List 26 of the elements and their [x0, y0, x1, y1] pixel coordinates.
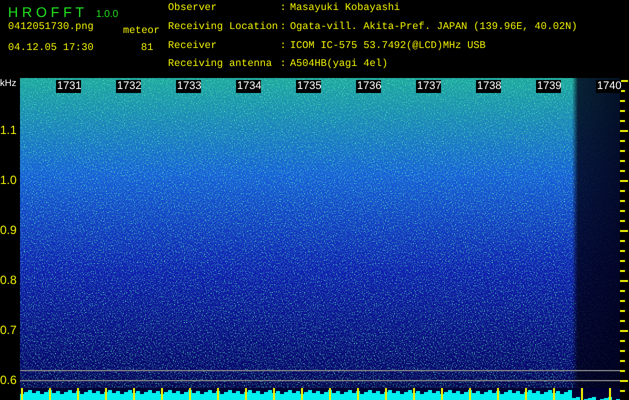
- info-separator: :: [280, 22, 288, 35]
- frequency-label: 0.9: [0, 222, 18, 238]
- frequency-label: 0.7: [0, 322, 18, 338]
- info-value: ICOM IC-575 53.7492(@LCD)MHz USB: [290, 40, 487, 54]
- frequency-label: 0.8: [0, 272, 18, 288]
- info-separator: :: [280, 40, 288, 54]
- file-name: 0412051730.png: [8, 22, 95, 35]
- info-label: Observer: [168, 3, 218, 16]
- info-value: Ogata-vill. Akita-Pref. JAPAN (139.96E, 40.02N): [290, 22, 578, 35]
- info-label: Receiving Location: [168, 22, 280, 35]
- info-value: A504HB(yagi 4el): [290, 59, 389, 72]
- version-label: 1.0.0: [96, 9, 118, 20]
- meteor-label: meteor: [122, 26, 161, 37]
- time-label: 1740: [596, 80, 621, 93]
- frequency-label: 1.1: [0, 122, 18, 138]
- info-label: Receiving antenna: [168, 59, 273, 72]
- info-label: Receiver: [168, 40, 218, 54]
- date-time: 04.12.05 17:30: [8, 43, 95, 54]
- meteor-count: 81: [140, 43, 154, 54]
- info-value: Masayuki Kobayashi: [290, 3, 402, 16]
- frequency-label: 0.6: [0, 372, 18, 388]
- info-separator: :: [280, 59, 288, 72]
- app-title: H R O F F T: [8, 4, 84, 20]
- frequency-label: 1.0: [0, 172, 18, 188]
- axis-unit: kHz: [0, 78, 18, 91]
- info-separator: :: [280, 3, 288, 16]
